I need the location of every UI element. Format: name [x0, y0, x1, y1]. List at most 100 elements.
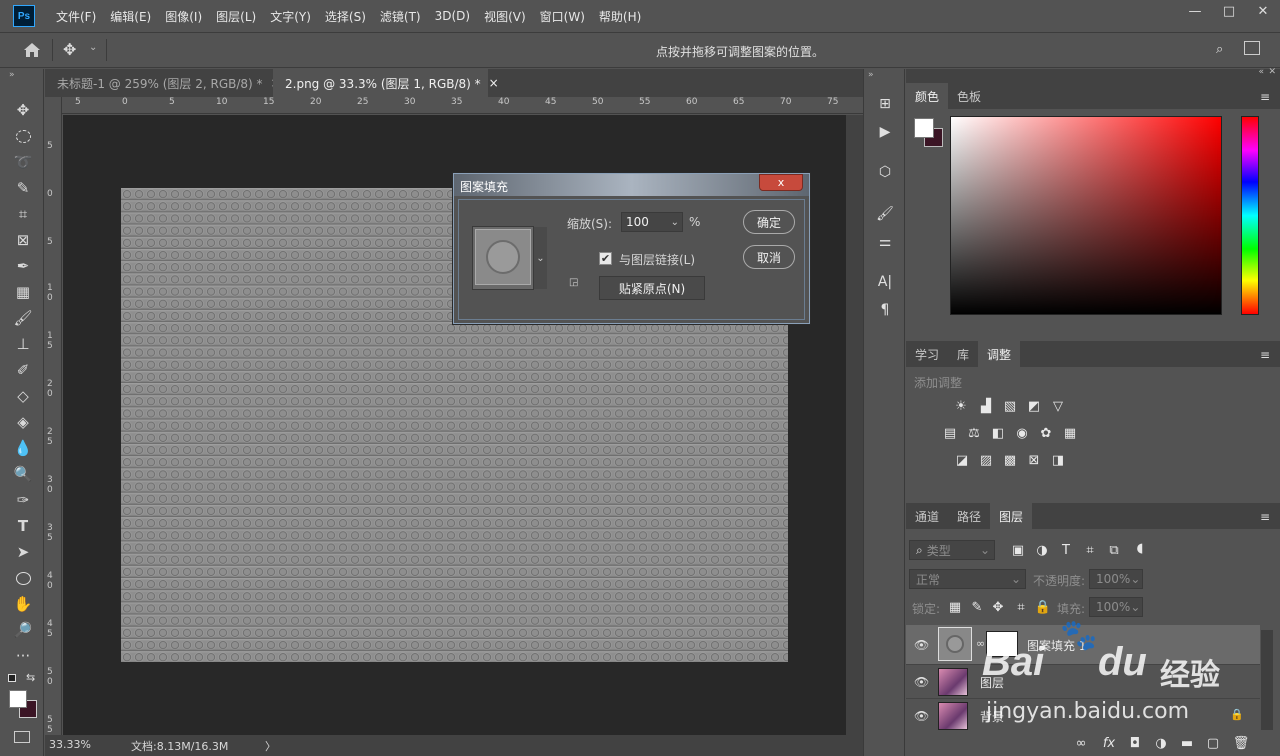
history-panel-icon[interactable]: ⊞ [874, 93, 896, 115]
menu-3d[interactable]: 3D(D) [428, 9, 477, 23]
panel-menu-icon[interactable]: ≡ [1260, 510, 1270, 524]
filter-shape-icon[interactable]: ⌗ [1081, 542, 1099, 558]
chevron-down-icon[interactable]: ⌄ [534, 227, 547, 289]
tab-untitled-1[interactable]: 未标题-1 @ 259% (图层 2, RGB/8) * × [45, 69, 281, 97]
brush-settings-icon[interactable]: 🖌 [874, 203, 896, 225]
collapse-icon[interactable]: » [9, 70, 15, 80]
actions-play-icon[interactable]: ▶ [874, 121, 896, 143]
foreground-color-swatch[interactable] [9, 690, 27, 708]
lock-all-icon[interactable]: 🔒 [1034, 599, 1052, 615]
filter-type-icon[interactable]: T [1057, 542, 1075, 558]
workspace-icon[interactable] [1244, 41, 1260, 55]
invert-icon[interactable]: ◪ [953, 452, 971, 468]
levels-icon[interactable]: ▟ [977, 398, 995, 414]
color-lookup-icon[interactable]: ▦ [1061, 425, 1079, 441]
trash-icon[interactable]: 🗑 [1232, 735, 1250, 751]
filter-toggle-icon[interactable]: ◖ [1131, 540, 1149, 556]
photo-filter-icon[interactable]: ◉ [1013, 425, 1031, 441]
gradient-map-icon[interactable]: ◨ [1049, 452, 1067, 468]
eraser-tool-icon[interactable]: ◇ [12, 385, 34, 407]
new-adjustment-icon[interactable]: ◑ [1152, 735, 1170, 751]
fx-icon[interactable]: fx [1100, 735, 1118, 751]
fill-input[interactable]: 100% ⌄ [1089, 597, 1143, 617]
brush-tool-icon[interactable]: 🖌 [12, 307, 34, 329]
selective-color-icon[interactable]: ⊠ [1025, 452, 1043, 468]
tab-adjustments[interactable]: 调整 [978, 341, 1021, 367]
tab-layers[interactable]: 图层 [990, 503, 1033, 529]
layers-scrollbar[interactable] [1261, 630, 1273, 730]
tab-library[interactable]: 库 [948, 341, 978, 367]
healing-brush-tool-icon[interactable]: ▦ [12, 281, 34, 303]
close-button[interactable]: ✕ [1246, 0, 1280, 22]
filter-smart-object-icon[interactable]: ⧉ [1105, 542, 1123, 558]
black-white-icon[interactable]: ◧ [989, 425, 1007, 441]
ellipse-tool-icon[interactable] [12, 567, 34, 589]
default-colors-icon[interactable] [8, 674, 16, 682]
new-group-icon[interactable]: ▬ [1178, 735, 1196, 751]
dialog-titlebar[interactable]: 图案填充 x [454, 174, 809, 196]
cancel-button[interactable]: 取消 [743, 245, 795, 269]
new-layer-icon[interactable]: ▢ [1204, 735, 1222, 751]
add-mask-icon[interactable]: ◘ [1126, 735, 1144, 751]
home-icon[interactable] [22, 41, 42, 59]
character-panel-icon[interactable]: A| [874, 271, 896, 293]
menu-layer[interactable]: 图层(L) [209, 8, 263, 25]
vertical-scrollbar[interactable] [846, 115, 863, 735]
quick-mask-icon[interactable] [14, 731, 30, 743]
dodge-tool-icon[interactable]: 🔍 [12, 463, 34, 485]
tab-learn[interactable]: 学习 [906, 341, 948, 367]
tab-channels[interactable]: 通道 [906, 503, 948, 529]
type-tool-icon[interactable]: T [12, 515, 34, 537]
menu-select[interactable]: 选择(S) [318, 8, 373, 25]
link-with-layer-checkbox[interactable]: ✔ [599, 252, 612, 265]
color-spectrum-field[interactable] [950, 116, 1222, 315]
lock-image-icon[interactable]: ✎ [968, 599, 986, 615]
zoom-level[interactable]: 33.33% [49, 738, 91, 751]
crop-tool-icon[interactable]: ⌗ [12, 203, 34, 225]
chevron-down-icon[interactable]: ⌄ [671, 217, 679, 228]
snap-to-origin-button[interactable]: 贴紧原点(N) [599, 276, 705, 300]
search-icon[interactable]: ⌕ [1216, 42, 1223, 57]
swap-colors-icon[interactable]: ⇆ [26, 671, 35, 684]
path-select-tool-icon[interactable]: ➤ [12, 541, 34, 563]
lock-artboard-icon[interactable]: ⌗ [1012, 599, 1030, 615]
vibrance-icon[interactable]: ▽ [1049, 398, 1067, 414]
blend-mode-select[interactable]: 正常 ⌄ [909, 569, 1026, 589]
menu-help[interactable]: 帮助(H) [592, 8, 648, 25]
3d-panel-icon[interactable]: ⬡ [874, 161, 896, 183]
visibility-eye-icon[interactable]: 👁 [914, 709, 929, 723]
paragraph-panel-icon[interactable]: ¶ [874, 299, 896, 321]
visibility-eye-icon[interactable]: 👁 [914, 675, 929, 689]
collapse-icon[interactable]: » [868, 70, 874, 80]
hue-saturation-icon[interactable]: ▤ [941, 425, 959, 441]
menu-file[interactable]: 文件(F) [49, 8, 103, 25]
tab-color[interactable]: 颜色 [906, 83, 949, 109]
blur-tool-icon[interactable]: 💧 [12, 437, 34, 459]
panel-menu-icon[interactable]: ≡ [1260, 348, 1270, 362]
more-tools-icon[interactable]: ··· [12, 645, 34, 667]
panel-menu-icon[interactable]: ≡ [1260, 90, 1270, 104]
marquee-tool-icon[interactable] [12, 125, 34, 147]
frame-tool-icon[interactable]: ⊠ [12, 229, 34, 251]
menu-view[interactable]: 视图(V) [477, 8, 533, 25]
visibility-eye-icon[interactable]: 👁 [914, 638, 929, 652]
scale-input[interactable]: 100 ⌄ [621, 212, 683, 232]
opacity-input[interactable]: 100% ⌄ [1089, 569, 1143, 589]
color-balance-icon[interactable]: ⚖ [965, 425, 983, 441]
lock-position-icon[interactable]: ✥ [989, 599, 1007, 615]
restore-button[interactable]: □ [1212, 0, 1246, 22]
menu-filter[interactable]: 滤镜(T) [373, 8, 428, 25]
move-tool-icon[interactable]: ✥ [12, 99, 34, 121]
minimize-button[interactable]: — [1178, 0, 1212, 22]
pattern-picker[interactable]: ⌄ [472, 226, 547, 290]
link-layers-icon[interactable]: ∞ [1072, 735, 1090, 751]
properties-panel-icon[interactable]: ⚌ [874, 231, 896, 253]
posterize-icon[interactable]: ▨ [977, 452, 995, 468]
lock-transparent-icon[interactable]: ▦ [946, 599, 964, 615]
history-brush-tool-icon[interactable]: ✐ [12, 359, 34, 381]
collapse-icon[interactable]: « [1258, 67, 1264, 77]
status-menu-arrow[interactable]: 〉 [265, 738, 276, 754]
dialog-close-button[interactable]: x [759, 174, 803, 191]
tab-2png[interactable]: 2.png @ 33.3% (图层 1, RGB/8) * × [273, 69, 499, 97]
move-tool-preset-icon[interactable]: ✥ [63, 40, 83, 60]
